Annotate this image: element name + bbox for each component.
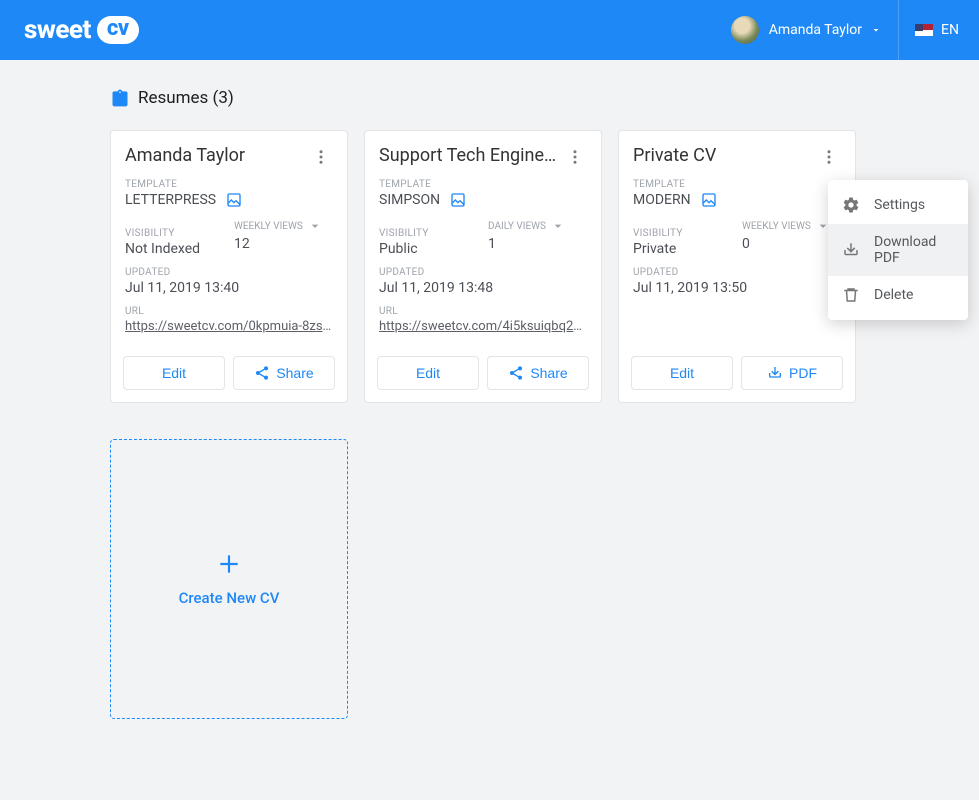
create-new-cv[interactable]: Create New CV [110, 439, 348, 719]
pdf-button[interactable]: PDF [741, 356, 843, 390]
url-label: URL [125, 306, 333, 317]
download-icon [842, 241, 860, 259]
main-content: Resumes (3) Amanda Taylor TEMPLATE LETTE… [0, 60, 979, 747]
more-vert-icon [566, 148, 584, 166]
views-value: 0 [742, 236, 841, 252]
more-vert-icon [820, 148, 838, 166]
card-title: Private CV [633, 145, 716, 166]
image-icon[interactable] [226, 192, 242, 208]
logo-badge: cv [97, 16, 139, 44]
visibility-label: VISIBILITY [125, 228, 224, 239]
updated-label: UPDATED [125, 267, 333, 278]
share-button[interactable]: Share [233, 356, 335, 390]
visibility-label: VISIBILITY [633, 228, 732, 239]
page-title: Resumes (3) [110, 88, 869, 108]
more-vert-icon [312, 148, 330, 166]
views-value: 1 [488, 236, 587, 252]
visibility-label: VISIBILITY [379, 228, 478, 239]
image-icon[interactable] [450, 192, 466, 208]
user-menu[interactable]: Amanda Taylor [731, 0, 899, 60]
more-button[interactable] [563, 145, 587, 169]
menu-settings-label: Settings [874, 197, 925, 213]
template-label: TEMPLATE [633, 179, 841, 190]
visibility-value: Public [379, 241, 478, 257]
resume-card: Support Tech Enginee… TEMPLATE SIMPSON V… [364, 130, 602, 403]
menu-download-pdf[interactable]: Download PDF [828, 224, 968, 276]
language-menu[interactable]: EN [899, 22, 959, 38]
visibility-value: Not Indexed [125, 241, 224, 257]
views-label[interactable]: WEEKLY VIEWS [234, 218, 333, 234]
trash-icon [842, 286, 860, 304]
card-context-menu: Settings Download PDF Delete [828, 180, 968, 320]
more-button[interactable] [817, 145, 841, 169]
menu-delete-label: Delete [874, 287, 913, 303]
image-icon[interactable] [701, 192, 717, 208]
template-label: TEMPLATE [125, 179, 333, 190]
dropdown-icon [550, 218, 566, 234]
updated-label: UPDATED [633, 267, 841, 278]
page-title-text: Resumes (3) [138, 88, 234, 108]
edit-button[interactable]: Edit [631, 356, 733, 390]
flag-icon [915, 24, 933, 36]
updated-value: Jul 11, 2019 13:50 [633, 280, 841, 296]
views-label[interactable]: DAILY VIEWS [488, 218, 587, 234]
avatar [731, 16, 759, 44]
share-button[interactable]: Share [487, 356, 589, 390]
plus-icon [216, 551, 242, 577]
dropdown-icon [307, 218, 323, 234]
template-value: SIMPSON [379, 192, 440, 208]
card-title: Support Tech Enginee… [379, 145, 563, 166]
chevron-down-icon [870, 24, 882, 36]
logo[interactable]: sweet cv [24, 15, 139, 45]
url-link[interactable]: https://sweetcv.com/0kpmuia-8zsb1 [125, 319, 333, 334]
url-label: URL [379, 306, 587, 317]
resume-card: Private CV TEMPLATE MODERN VISIBILITY Pr… [618, 130, 856, 403]
menu-download-pdf-label: Download PDF [874, 234, 954, 266]
app-header: sweet cv Amanda Taylor EN [0, 0, 979, 60]
resumes-icon [110, 88, 130, 108]
share-icon [254, 365, 270, 381]
url-link[interactable]: https://sweetcv.com/4i5ksuiqbq2a5 [379, 319, 587, 334]
logo-text: sweet [24, 15, 91, 45]
updated-label: UPDATED [379, 267, 587, 278]
language-label: EN [941, 22, 959, 38]
template-value: LETTERPRESS [125, 192, 216, 208]
cards-grid: Amanda Taylor TEMPLATE LETTERPRESS VISIB… [110, 130, 869, 719]
share-icon [508, 365, 524, 381]
resume-card: Amanda Taylor TEMPLATE LETTERPRESS VISIB… [110, 130, 348, 403]
create-new-label: Create New CV [179, 589, 280, 607]
visibility-value: Private [633, 241, 732, 257]
template-value: MODERN [633, 192, 691, 208]
user-name: Amanda Taylor [769, 22, 862, 38]
more-button[interactable] [309, 145, 333, 169]
menu-settings[interactable]: Settings [828, 186, 968, 224]
menu-delete[interactable]: Delete [828, 276, 968, 314]
card-title: Amanda Taylor [125, 145, 245, 166]
download-icon [767, 365, 783, 381]
edit-button[interactable]: Edit [377, 356, 479, 390]
updated-value: Jul 11, 2019 13:40 [125, 280, 333, 296]
edit-button[interactable]: Edit [123, 356, 225, 390]
views-value: 12 [234, 236, 333, 252]
template-label: TEMPLATE [379, 179, 587, 190]
updated-value: Jul 11, 2019 13:48 [379, 280, 587, 296]
gear-icon [842, 196, 860, 214]
views-label[interactable]: WEEKLY VIEWS [742, 218, 841, 234]
